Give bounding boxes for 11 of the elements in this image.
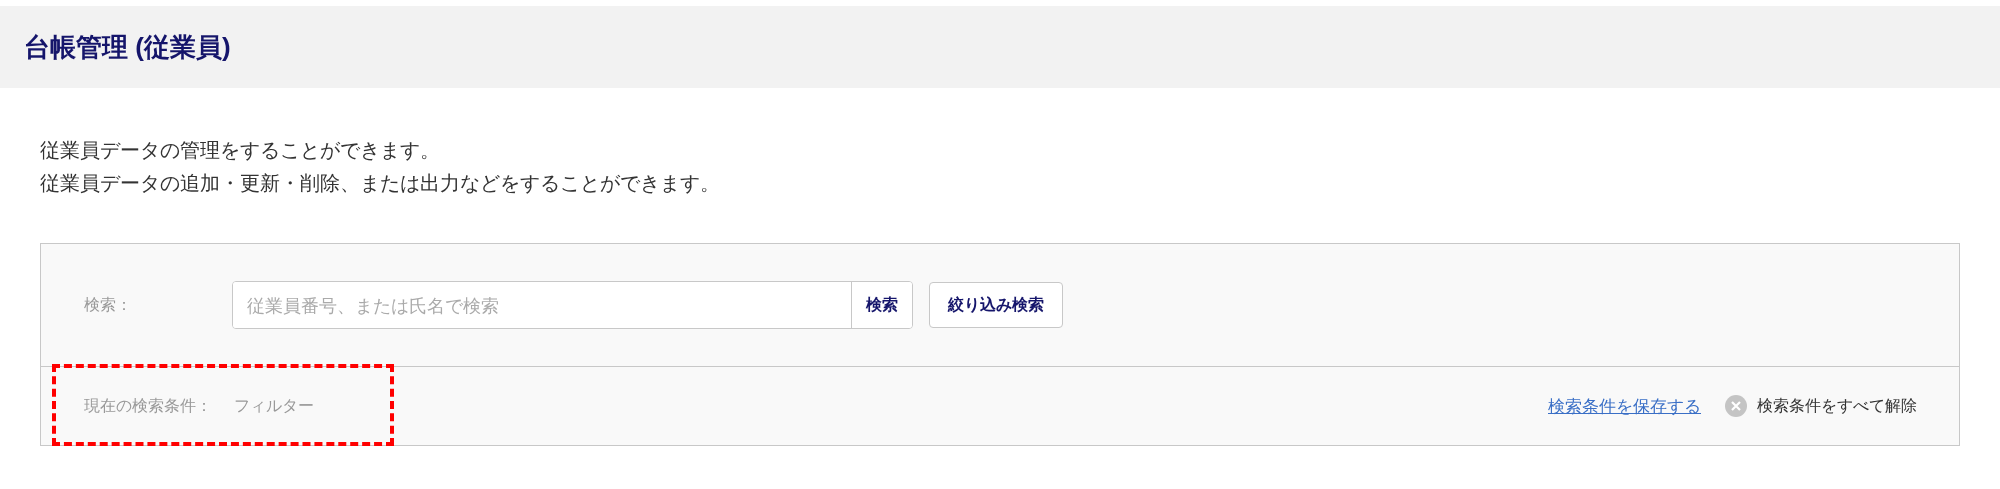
save-conditions-link[interactable]: 検索条件を保存する (1548, 394, 1701, 418)
search-button[interactable]: 検索 (851, 282, 912, 328)
search-label: 検索： (84, 294, 133, 316)
search-field[interactable]: 従業員番号、または氏名で検索 検索 (232, 281, 913, 329)
description-text: 従業員データの追加・更新・削除、または出力などをすることができます。 (40, 170, 721, 197)
description-text: 従業員データの管理をすることができます。 (40, 137, 441, 164)
clear-all-text[interactable]: 検索条件をすべて解除 (1757, 395, 1917, 417)
page-title: 台帳管理 (従業員) (24, 30, 231, 64)
conditions-value: フィルター (234, 395, 314, 417)
conditions-label: 現在の検索条件： (84, 395, 213, 417)
filter-search-button[interactable]: 絞り込み検索 (929, 282, 1063, 328)
